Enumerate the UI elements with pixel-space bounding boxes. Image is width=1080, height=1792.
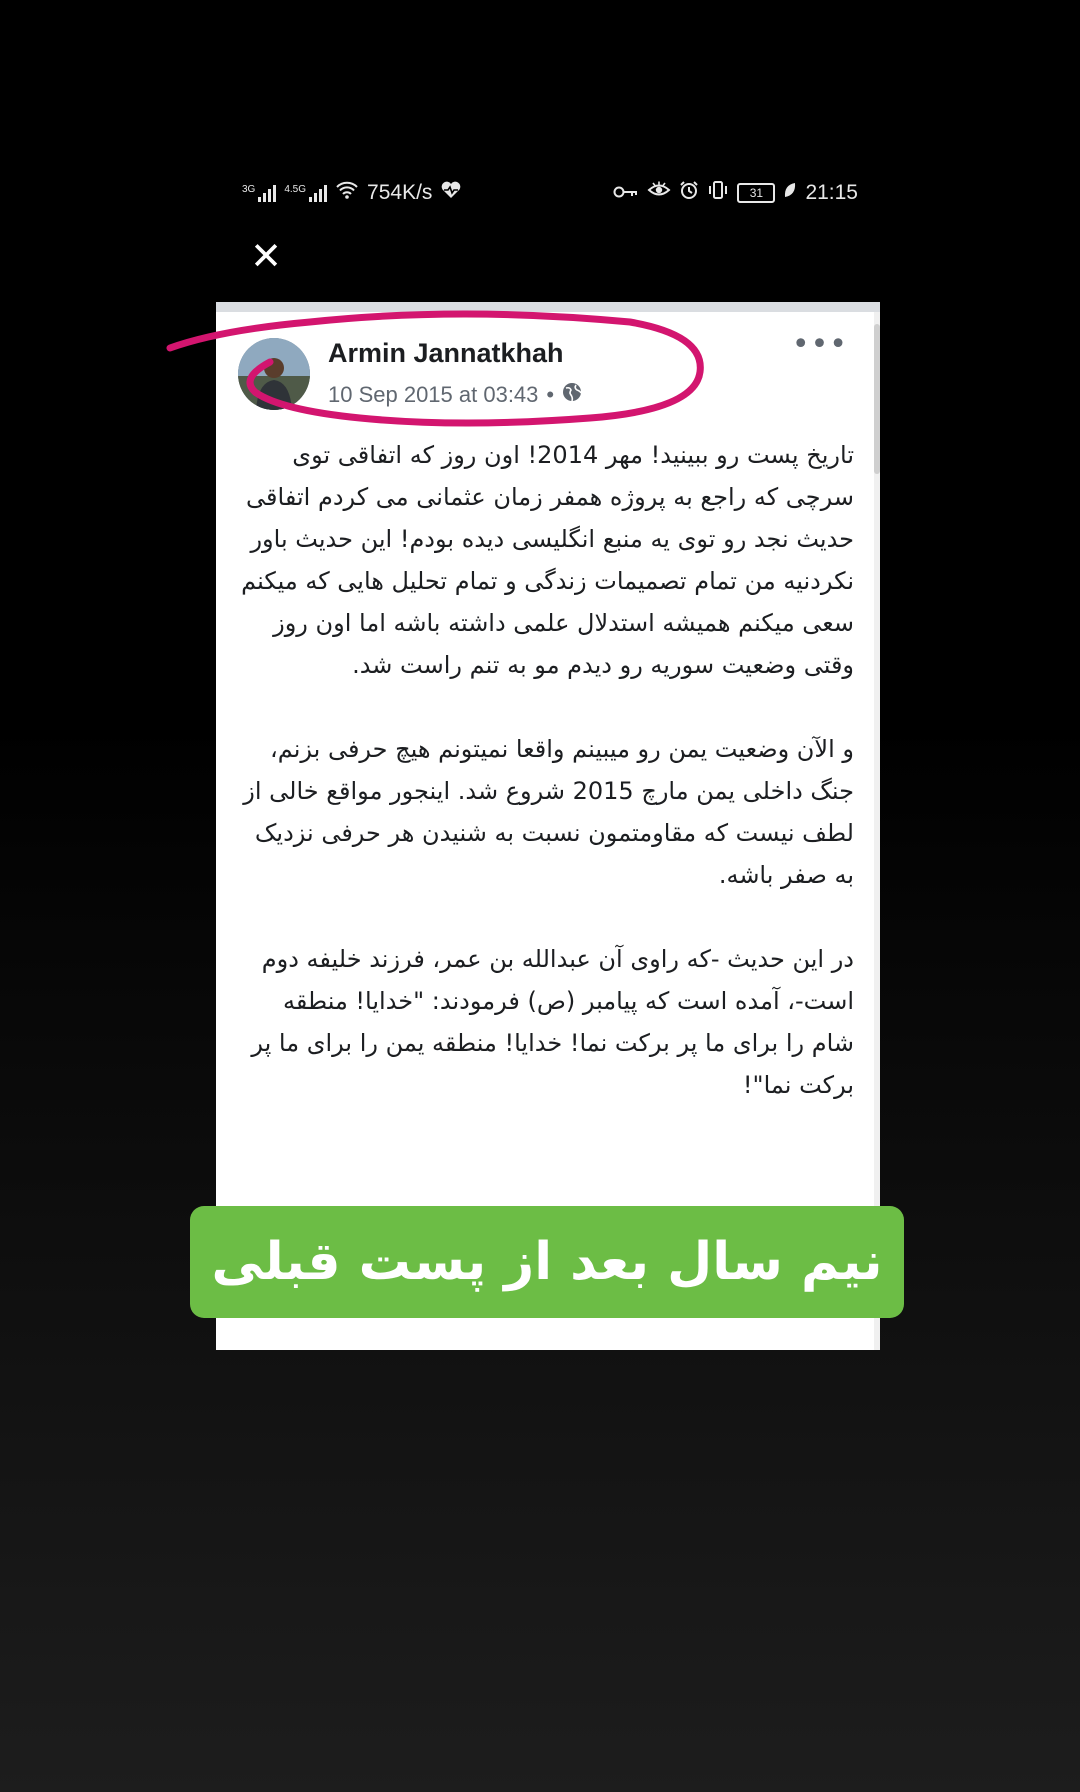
post-timestamp[interactable]: 10 Sep 2015 at 03:43 bbox=[328, 382, 538, 408]
wifi-icon bbox=[335, 181, 359, 205]
post-meta: 10 Sep 2015 at 03:43 • bbox=[328, 382, 582, 408]
signal-2-icon: 4.5G bbox=[284, 184, 328, 202]
more-options-button[interactable]: ••• bbox=[792, 330, 848, 360]
more-options-icon: ••• bbox=[791, 327, 848, 362]
close-icon: ✕ bbox=[250, 234, 282, 278]
card-divider bbox=[216, 302, 880, 312]
post-card: Armin Jannatkhah 10 Sep 2015 at 03:43 • … bbox=[216, 302, 880, 1350]
close-button[interactable]: ✕ bbox=[246, 236, 286, 276]
network-type-1: 3G bbox=[242, 184, 256, 195]
leaf-icon bbox=[783, 181, 797, 205]
key-icon bbox=[613, 181, 639, 205]
network-speed: 754K/s bbox=[367, 181, 433, 204]
battery-level: 31 bbox=[749, 186, 764, 200]
signal-1-icon: 3G bbox=[242, 184, 277, 202]
globe-icon bbox=[562, 382, 582, 408]
alarm-icon bbox=[679, 180, 699, 206]
network-type-2: 4.5G bbox=[284, 184, 307, 195]
eye-icon bbox=[647, 181, 671, 205]
caption-banner: نیم سال بعد از پست قبلی bbox=[190, 1206, 904, 1318]
caption-text: نیم سال بعد از پست قبلی bbox=[211, 1232, 883, 1292]
status-right: 31 21:15 bbox=[613, 180, 858, 206]
vibrate-icon bbox=[707, 180, 729, 206]
post-paragraph-2: و الآن وضعیت یمن رو میبینم واقعا نمیتونم… bbox=[243, 735, 854, 889]
scrollbar-track[interactable] bbox=[874, 312, 880, 1350]
clock: 21:15 bbox=[805, 181, 858, 204]
phone-screenshot: 3G 4.5G 754K/s 31 21:15 ✕ Armin Jannatkh… bbox=[216, 170, 880, 1350]
battery-indicator: 31 bbox=[737, 183, 776, 203]
status-left: 3G 4.5G 754K/s bbox=[242, 180, 462, 206]
scrollbar-thumb[interactable] bbox=[874, 324, 880, 474]
post-paragraph-3: در این حدیث -که راوی آن عبدالله بن عمر، … bbox=[251, 945, 854, 1099]
status-bar: 3G 4.5G 754K/s 31 21:15 bbox=[216, 170, 880, 214]
post-body: تاریخ پست رو ببینید! مهر 2014! اون روز ک… bbox=[238, 434, 854, 1148]
meta-separator: • bbox=[546, 382, 555, 407]
author-name[interactable]: Armin Jannatkhah bbox=[328, 338, 564, 369]
heart-rate-icon bbox=[440, 180, 462, 206]
post-paragraph-1: تاریخ پست رو ببینید! مهر 2014! اون روز ک… bbox=[241, 441, 854, 679]
avatar[interactable] bbox=[238, 338, 310, 410]
